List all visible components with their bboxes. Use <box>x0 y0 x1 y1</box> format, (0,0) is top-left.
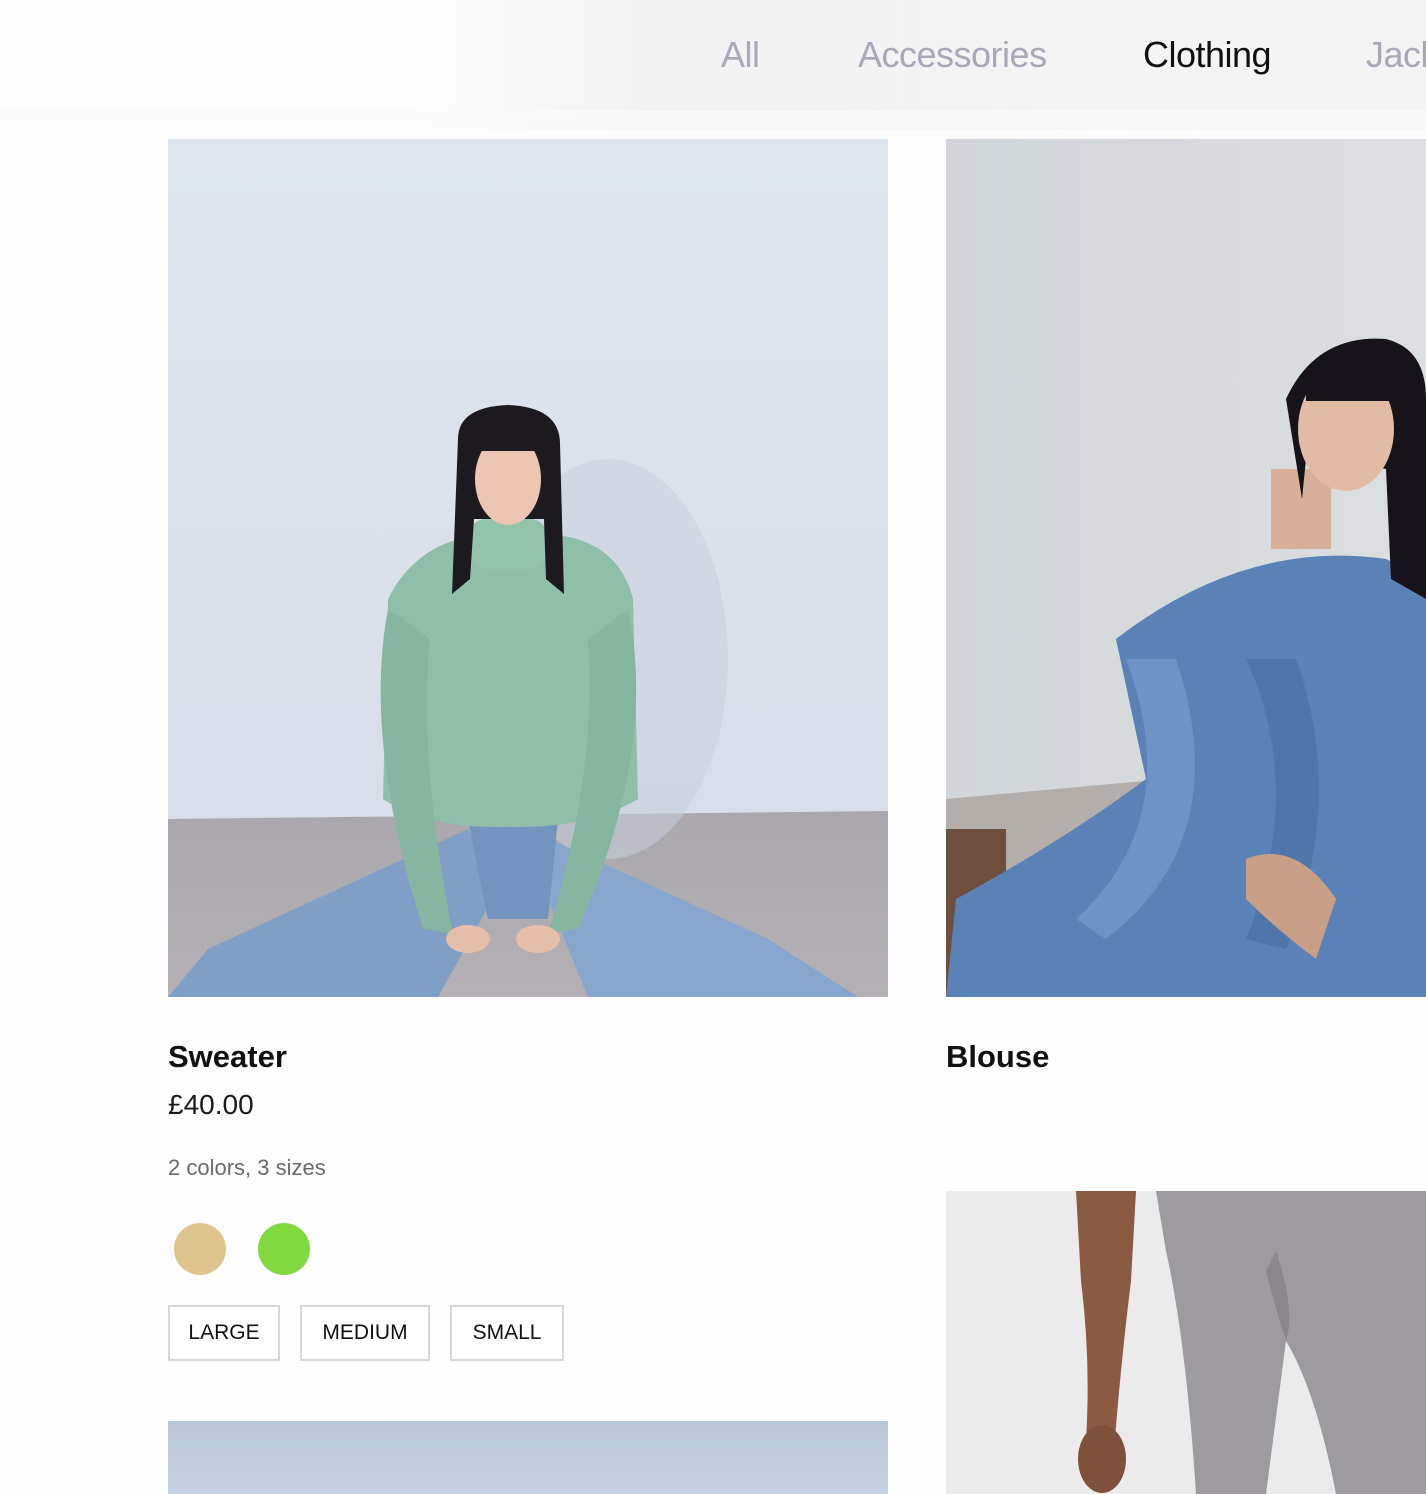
category-tab-jackets[interactable]: Jack <box>1366 34 1426 76</box>
size-option-small[interactable]: SMALL <box>450 1305 564 1361</box>
sweater-price: £40.00 <box>168 1089 254 1120</box>
size-option-medium[interactable]: MEDIUM <box>300 1305 430 1361</box>
category-filter-bar: All Accessories Clothing Jack <box>0 0 1426 150</box>
sweater-title[interactable]: Sweater <box>168 1039 287 1075</box>
next-product-image-left[interactable] <box>168 1421 888 1494</box>
blouse-title[interactable]: Blouse <box>946 1039 1049 1075</box>
sweater-variants-summary: 2 colors, 3 sizes <box>168 1155 326 1180</box>
color-swatch-beige[interactable] <box>174 1223 226 1275</box>
color-swatch-green[interactable] <box>258 1223 310 1275</box>
category-tab-all[interactable]: All <box>721 34 760 76</box>
shop-page: All Accessories Clothing Jack <box>0 0 1426 1494</box>
blouse-product-image[interactable] <box>946 139 1426 997</box>
sweater-product-image[interactable] <box>168 139 888 997</box>
category-tab-clothing[interactable]: Clothing <box>1143 34 1272 76</box>
next-product-image-right[interactable] <box>946 1191 1426 1494</box>
size-option-large[interactable]: LARGE <box>168 1305 280 1361</box>
category-tab-accessories[interactable]: Accessories <box>858 34 1047 76</box>
